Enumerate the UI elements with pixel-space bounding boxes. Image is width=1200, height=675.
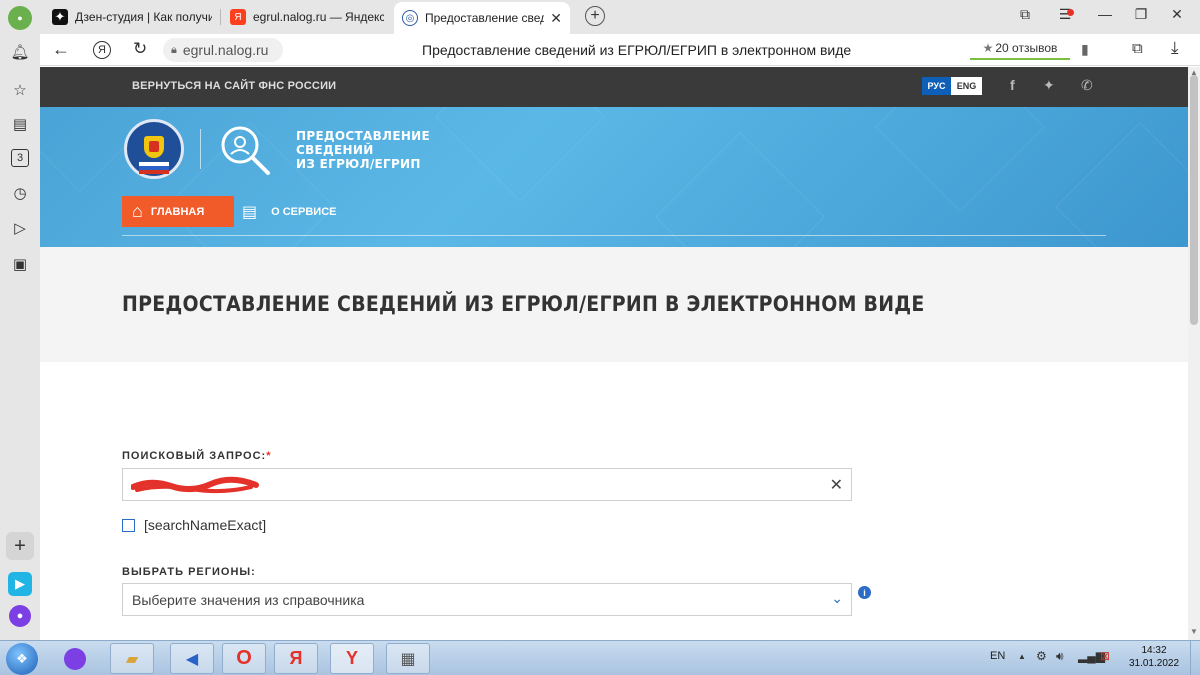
taskbar-yandex-icon[interactable]: Я [274, 643, 318, 674]
tab-manager-icon[interactable]: ⧉ [1014, 6, 1036, 23]
service-title: ПРЕДОСТАВЛЕНИЕ СВЕДЕНИЙ ИЗ ЕГРЮЛ/ЕГРИП [296, 129, 430, 171]
back-to-fns-link[interactable]: ВЕРНУТЬСЯ НА САЙТ ФНС РОССИИ [132, 80, 336, 92]
notification-dot [1067, 9, 1074, 16]
camera-icon[interactable]: ▣ [10, 254, 30, 274]
add-panel-button[interactable]: + [6, 532, 34, 560]
new-tab-button[interactable]: + [585, 6, 605, 26]
page-scrollbar[interactable]: ▲ ▼ [1188, 67, 1200, 640]
show-desktop-button[interactable] [1190, 641, 1200, 675]
dzen-icon: ✦ [52, 9, 68, 25]
start-button[interactable]: ❖ [6, 643, 38, 675]
regions-label: ВЫБРАТЬ РЕГИОНЫ: [122, 566, 256, 578]
taskbar-explorer-icon[interactable]: ▰ [110, 643, 154, 674]
yandex-home-icon[interactable]: Я [93, 41, 111, 59]
taskbar-calculator-icon[interactable]: ▦ [386, 643, 430, 674]
tabs-count-badge[interactable]: 3 [11, 149, 29, 167]
close-window-button[interactable]: ✕ [1166, 6, 1188, 23]
taskbar-speaker-icon[interactable]: ◀ [170, 643, 214, 674]
input-language[interactable]: EN [990, 650, 1005, 662]
tab-egrul-active[interactable]: ◎ Предоставление сведе ✕ [394, 2, 570, 34]
minimize-button[interactable]: — [1094, 6, 1116, 22]
messenger-icon[interactable]: ▶ [8, 572, 32, 596]
tab-dzen[interactable]: ✦ Дзен-студия | Как получи [44, 4, 220, 30]
address-bar: ← Я ↻ 🔒︎ egrul.nalog.ru Предоставление с… [40, 34, 1200, 66]
home-icon: ⌂ [132, 201, 143, 221]
regions-select[interactable]: Выберите значения из справочника ⌄ [122, 583, 852, 616]
taskbar-alice-icon[interactable] [60, 645, 90, 673]
bell-icon[interactable]: 🔔︎ [10, 42, 30, 62]
header-divider-line [122, 235, 1106, 236]
clear-search-icon[interactable]: ✕ [830, 475, 843, 495]
lang-en-button[interactable]: ENG [951, 77, 982, 95]
tab-yandex-search[interactable]: Я egrul.nalog.ru — Яндекс: н [222, 4, 392, 30]
page-title-in-bar: Предоставление сведений из ЕГРЮЛ/ЕГРИП в… [422, 42, 852, 58]
browser-sidebar: ● 🔔︎ ☆ ▤ 3 ◷ ▷ ▣ + ▶ ● [0, 0, 40, 640]
search-exact-label: [searchNameExact] [144, 517, 267, 533]
tray-volume-icon[interactable]: 🔊︎ [1056, 649, 1064, 664]
taskbar-opera-icon[interactable]: O [222, 643, 266, 674]
info-icon[interactable]: i [858, 586, 871, 599]
site-header: ПРЕДОСТАВЛЕНИЕ СВЕДЕНИЙ ИЗ ЕГРЮЛ/ЕГРИП ⌂… [40, 107, 1188, 247]
lang-ru-button[interactable]: РУС [922, 77, 951, 95]
scroll-down-icon[interactable]: ▼ [1190, 627, 1198, 636]
twitter-icon[interactable]: ✦ [1043, 77, 1055, 94]
reviews-star-icon: ★ [982, 41, 994, 55]
yandex-icon: Я [230, 9, 246, 25]
search-input[interactable]: ✕ [122, 468, 852, 501]
extensions-icon[interactable]: ⧉ [1132, 40, 1143, 57]
back-arrow-icon[interactable]: ← [52, 39, 70, 60]
star-icon[interactable]: ☆ [10, 80, 30, 100]
heading-section: ПРЕДОСТАВЛЕНИЕ СВЕДЕНИЙ ИЗ ЕГРЮЛ/ЕГРИП В… [40, 247, 1188, 362]
search-label: ПОИСКОВЫЙ ЗАПРОС:* [122, 450, 272, 462]
page-heading: ПРЕДОСТАВЛЕНИЕ СВЕДЕНИЙ ИЗ ЕГРЮЛ/ЕГРИП В… [122, 292, 925, 316]
download-icon[interactable]: ⤓ [1171, 38, 1179, 58]
restore-button[interactable]: ❐ [1130, 6, 1152, 23]
history-icon[interactable]: ◷ [10, 183, 30, 203]
tray-network-icon[interactable]: ⊠ [1100, 649, 1110, 663]
logo-divider [200, 129, 201, 169]
lock-icon: 🔒︎ [171, 43, 177, 56]
play-icon[interactable]: ▷ [10, 218, 30, 238]
tray-app-icon[interactable]: ⚙ [1036, 649, 1047, 663]
chevron-down-icon: ⌄ [831, 590, 843, 606]
document-icon: ▤ [242, 203, 258, 221]
nav-about-button[interactable]: ▤ О СЕРВИСЕ [242, 196, 337, 227]
web-page: ВЕРНУТЬСЯ НА САЙТ ФНС РОССИИ РУС ENG f ✦… [40, 67, 1188, 640]
bookmark-icon[interactable]: ▮ [1081, 41, 1089, 58]
fns-emblem-logo[interactable] [124, 119, 184, 179]
reload-icon[interactable]: ↻ [133, 39, 147, 59]
top-nav: ВЕРНУТЬСЯ НА САЙТ ФНС РОССИИ РУС ENG f ✦… [40, 67, 1188, 107]
tray-clock[interactable]: 14:32 31.01.2022 [1124, 644, 1184, 670]
close-tab-icon[interactable]: ✕ [550, 10, 562, 27]
profile-avatar[interactable]: ● [8, 6, 32, 30]
taskbar-yandex-browser-icon[interactable]: Y [330, 643, 374, 674]
taskbar: ❖ ▰ ◀ O Я Y ▦ EN ▲ ⚙ 🔊︎ ▂▄▆ ⊠ 14:32 31.0… [0, 640, 1200, 675]
tab-bar: ✦ Дзен-студия | Как получи Я egrul.nalog… [0, 0, 1200, 34]
phone-icon[interactable]: ✆ [1081, 77, 1093, 94]
alice-icon[interactable]: ● [9, 605, 31, 627]
service-magnifier-icon [221, 126, 270, 175]
nav-home-button[interactable]: ⌂ ГЛАВНАЯ [122, 196, 234, 227]
scroll-thumb[interactable] [1190, 75, 1198, 325]
collections-icon[interactable]: ▤ [10, 114, 30, 134]
tray-expand-icon[interactable]: ▲ [1018, 652, 1026, 661]
fns-tab-icon: ◎ [402, 10, 418, 26]
reviews-button[interactable]: ★ 20 отзывов [970, 38, 1070, 60]
url-field[interactable]: 🔒︎ egrul.nalog.ru [163, 38, 283, 62]
redacted-scribble [131, 476, 259, 494]
search-exact-checkbox[interactable] [122, 519, 135, 532]
facebook-icon[interactable]: f [1010, 77, 1015, 93]
